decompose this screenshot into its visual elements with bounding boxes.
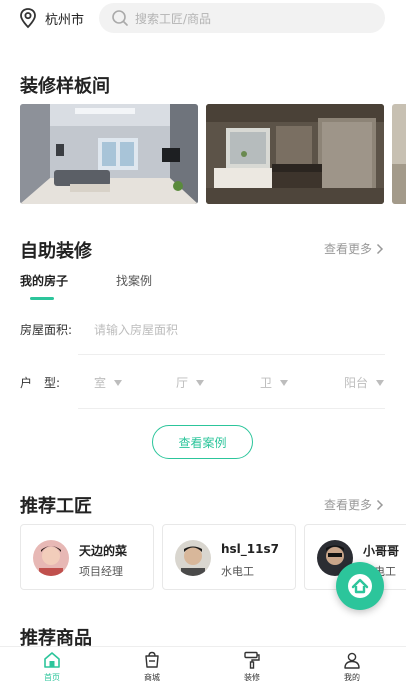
showcase-title: 装修样板间 — [20, 76, 110, 97]
diy-more-label: 查看更多 — [323, 242, 372, 256]
avatar — [33, 540, 69, 576]
showcase-image-living-room[interactable] — [20, 104, 198, 204]
craftsman-name: 小哥哥 — [363, 544, 400, 558]
showcase-image-bathroom[interactable] — [206, 104, 384, 204]
craftsmen-more-link[interactable]: 查看更多 — [324, 496, 384, 513]
layout-label: 户 型: — [20, 376, 61, 390]
bath-select-label: 卫 — [260, 376, 273, 390]
balcony-select-label: 阳台 — [344, 376, 369, 390]
tab-find-cases[interactable]: 找案例 — [116, 272, 152, 289]
nav-label: 我的 — [344, 673, 360, 682]
nav-renovation[interactable]: 装修 — [222, 651, 282, 682]
tab-active-indicator — [30, 297, 54, 300]
hall-select[interactable]: 厅 — [176, 374, 205, 391]
shop-icon — [145, 651, 159, 668]
dropdown-arrow-icon — [196, 379, 205, 386]
location-selector[interactable]: 杭州市 — [18, 7, 84, 29]
diy-more-link[interactable]: 查看更多 — [324, 240, 384, 257]
floating-home-button[interactable] — [336, 562, 384, 610]
nav-shop[interactable]: 商城 — [122, 651, 182, 682]
chevron-right-icon — [376, 243, 384, 254]
bottom-nav: 首页 商城 装修 我的 — [0, 646, 406, 682]
chevron-right-icon — [376, 499, 384, 510]
nav-label: 首页 — [44, 673, 60, 682]
tab-my-house[interactable]: 我的房子 — [20, 272, 68, 289]
craftsman-role: 项目经理 — [79, 565, 123, 578]
area-label: 房屋面积: — [20, 323, 73, 337]
dropdown-arrow-icon — [114, 379, 123, 386]
showcase-gallery[interactable] — [20, 104, 406, 204]
hall-select-label: 厅 — [176, 376, 189, 390]
nav-label: 装修 — [244, 673, 260, 682]
location-label: 杭州市 — [45, 12, 85, 28]
paint-roller-icon — [244, 651, 260, 669]
room-select[interactable]: 室 — [94, 374, 123, 391]
nav-home[interactable]: 首页 — [22, 651, 82, 682]
top-bar: 杭州市 搜索工匠/商品 — [0, 0, 406, 38]
user-icon — [344, 652, 360, 669]
nav-label: 商城 — [144, 673, 160, 682]
dropdown-arrow-icon — [280, 379, 289, 386]
area-input[interactable]: 请输入房屋面积 — [94, 321, 178, 338]
search-bar[interactable]: 搜索工匠/商品 — [99, 3, 385, 33]
craftsman-card[interactable]: hsl_11s7 水电工 — [162, 524, 296, 590]
showcase-image-next[interactable] — [392, 104, 406, 204]
craftsman-role: 水电工 — [221, 565, 254, 578]
location-pin-icon — [20, 8, 36, 29]
craftsman-card[interactable]: 天边的菜 项目经理 — [20, 524, 154, 590]
dropdown-arrow-icon — [376, 379, 385, 386]
search-icon — [112, 10, 128, 26]
craftsman-name: 天边的菜 — [79, 544, 128, 558]
search-placeholder: 搜索工匠/商品 — [135, 11, 212, 26]
craftsmen-title: 推荐工匠 — [20, 496, 92, 517]
room-select-label: 室 — [94, 376, 107, 390]
craftsman-name: hsl_11s7 — [221, 542, 279, 556]
area-divider — [78, 354, 385, 355]
avatar — [175, 540, 211, 576]
home-icon — [44, 652, 60, 668]
diy-title: 自助装修 — [20, 241, 92, 262]
bath-select[interactable]: 卫 — [260, 374, 289, 391]
layout-divider — [78, 408, 385, 409]
view-cases-button[interactable]: 查看案例 — [152, 425, 253, 459]
balcony-select[interactable]: 阳台 — [344, 374, 385, 391]
house-icon — [348, 574, 372, 598]
craftsmen-more-label: 查看更多 — [323, 498, 372, 512]
nav-profile[interactable]: 我的 — [322, 651, 382, 682]
